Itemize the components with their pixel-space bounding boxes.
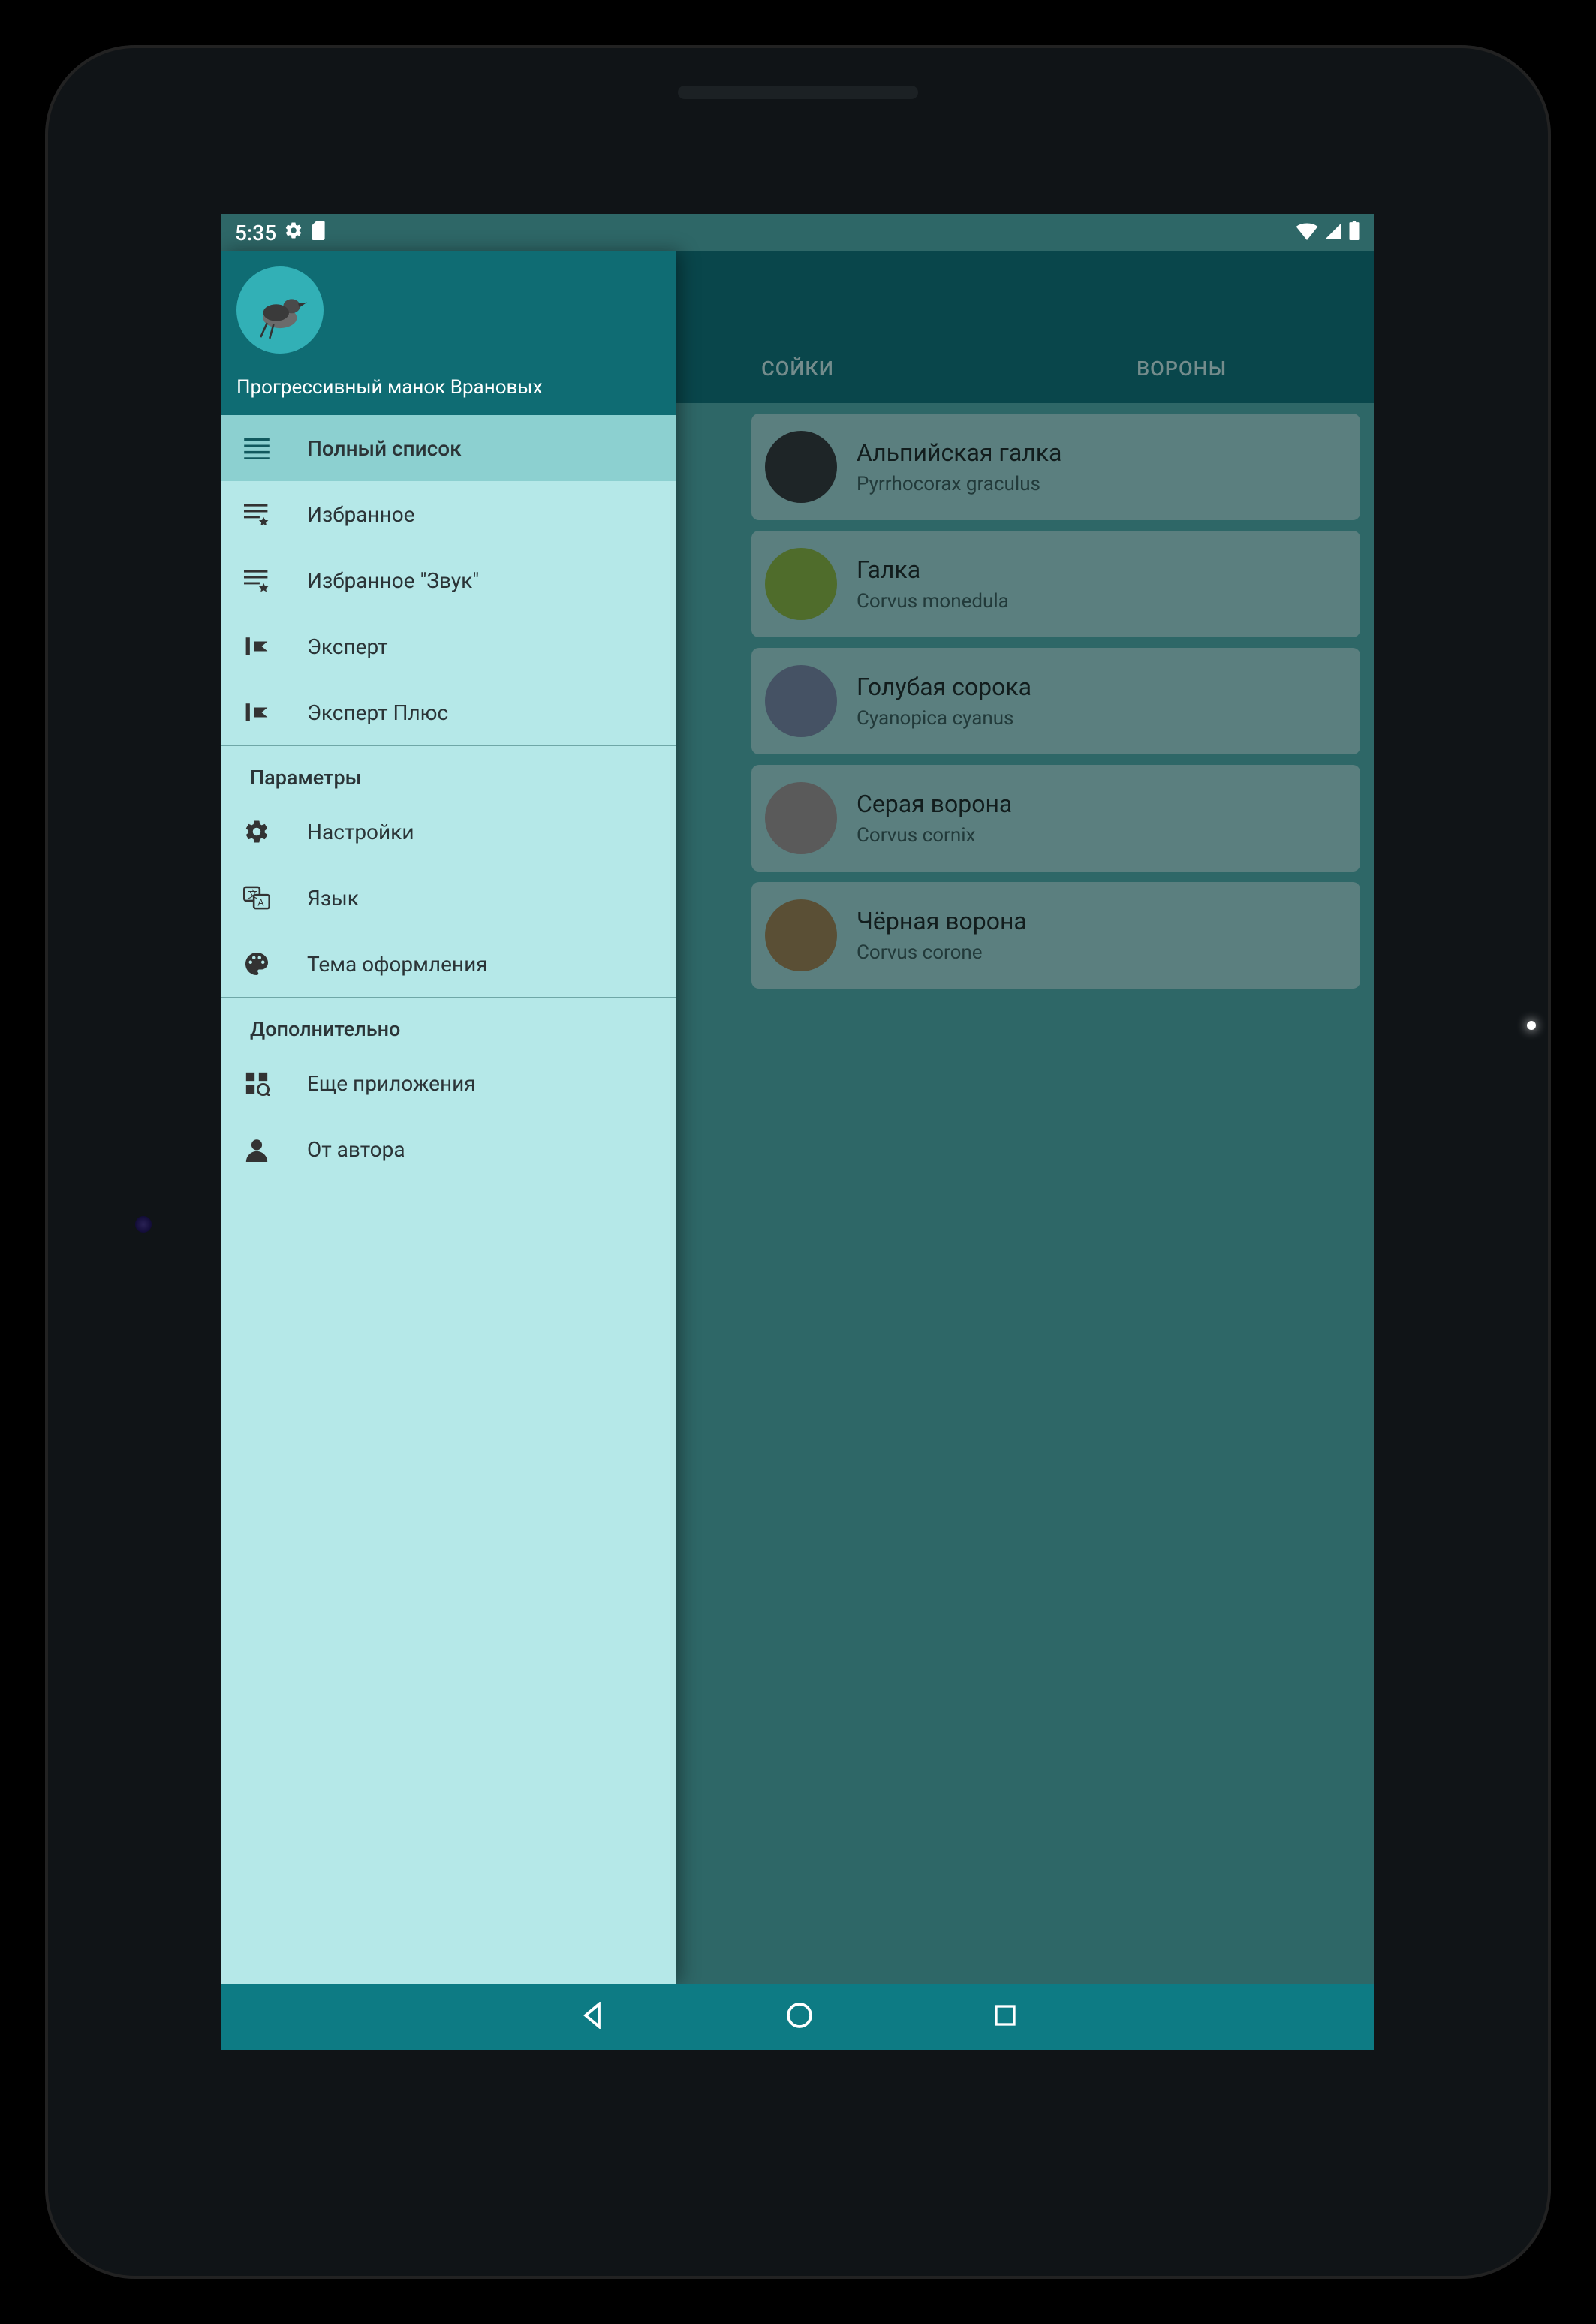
menu-item-settings[interactable]: Настройки — [221, 799, 676, 865]
apps-icon — [242, 1069, 271, 1097]
svg-text:A: A — [257, 897, 264, 908]
clock-text: 5:35 — [235, 221, 276, 245]
menu-label: Избранное — [307, 502, 655, 527]
drawer-header: Прогрессивный манок Врановых — [221, 251, 676, 415]
list-star-icon — [242, 500, 271, 528]
system-nav-bar — [221, 1984, 1374, 2050]
menu-item-favorites-sound[interactable]: Избранное "Звук" — [221, 547, 676, 613]
recents-button[interactable] — [993, 2003, 1017, 2030]
menu-item-about[interactable]: От автора — [221, 1116, 676, 1182]
menu-label: Полный список — [307, 436, 655, 461]
sd-card-icon — [311, 221, 327, 245]
menu-item-language[interactable]: 文A Язык — [221, 865, 676, 931]
user-icon — [242, 1135, 271, 1164]
menu-item-more-apps[interactable]: Еще приложения — [221, 1050, 676, 1116]
menu-label: Эксперт Плюс — [307, 700, 655, 725]
expert-icon — [242, 698, 271, 727]
lang-icon: 文A — [242, 884, 271, 912]
navigation-drawer: Прогрессивный манок Врановых Полный спис… — [221, 251, 676, 1984]
expert-icon — [242, 632, 271, 661]
menu-label: Избранное "Звук" — [307, 568, 655, 593]
gear-icon — [284, 221, 303, 245]
signal-icon — [1324, 221, 1342, 245]
menu-item-expert[interactable]: Эксперт — [221, 613, 676, 679]
battery-icon — [1348, 221, 1360, 245]
list-icon — [242, 434, 271, 462]
menu-label: Еще приложения — [307, 1071, 655, 1096]
gear-icon — [242, 817, 271, 846]
drawer-menu: Полный список Избранное Избранное "Звук" — [221, 415, 676, 1182]
tablet-frame: 5:35 — [45, 45, 1551, 2279]
crow-icon — [248, 278, 312, 342]
menu-item-favorites[interactable]: Избранное — [221, 481, 676, 547]
menu-label: От автора — [307, 1137, 655, 1162]
status-bar: 5:35 — [221, 214, 1374, 251]
menu-section-params: Параметры — [221, 746, 676, 799]
drawer-title: Прогрессивный манок Врановых — [236, 376, 661, 399]
menu-item-expert-plus[interactable]: Эксперт Плюс — [221, 679, 676, 745]
device-camera — [135, 1216, 152, 1233]
screen: 5:35 — [221, 214, 1374, 2050]
menu-label: Эксперт — [307, 634, 655, 659]
palette-icon — [242, 950, 271, 978]
device-led — [1527, 1021, 1536, 1030]
menu-label: Настройки — [307, 820, 655, 844]
home-button[interactable] — [786, 2002, 813, 2032]
wifi-icon — [1296, 221, 1318, 245]
menu-section-more: Дополнительно — [221, 998, 676, 1050]
svg-text:文: 文 — [248, 890, 257, 901]
menu-label: Тема оформления — [307, 952, 655, 977]
device-speaker — [678, 86, 918, 99]
back-button[interactable] — [579, 2002, 606, 2032]
menu-label: Язык — [307, 886, 655, 911]
menu-item-full-list[interactable]: Полный список — [221, 415, 676, 481]
list-star-icon — [242, 566, 271, 595]
app-logo — [236, 266, 324, 354]
menu-item-theme[interactable]: Тема оформления — [221, 931, 676, 997]
